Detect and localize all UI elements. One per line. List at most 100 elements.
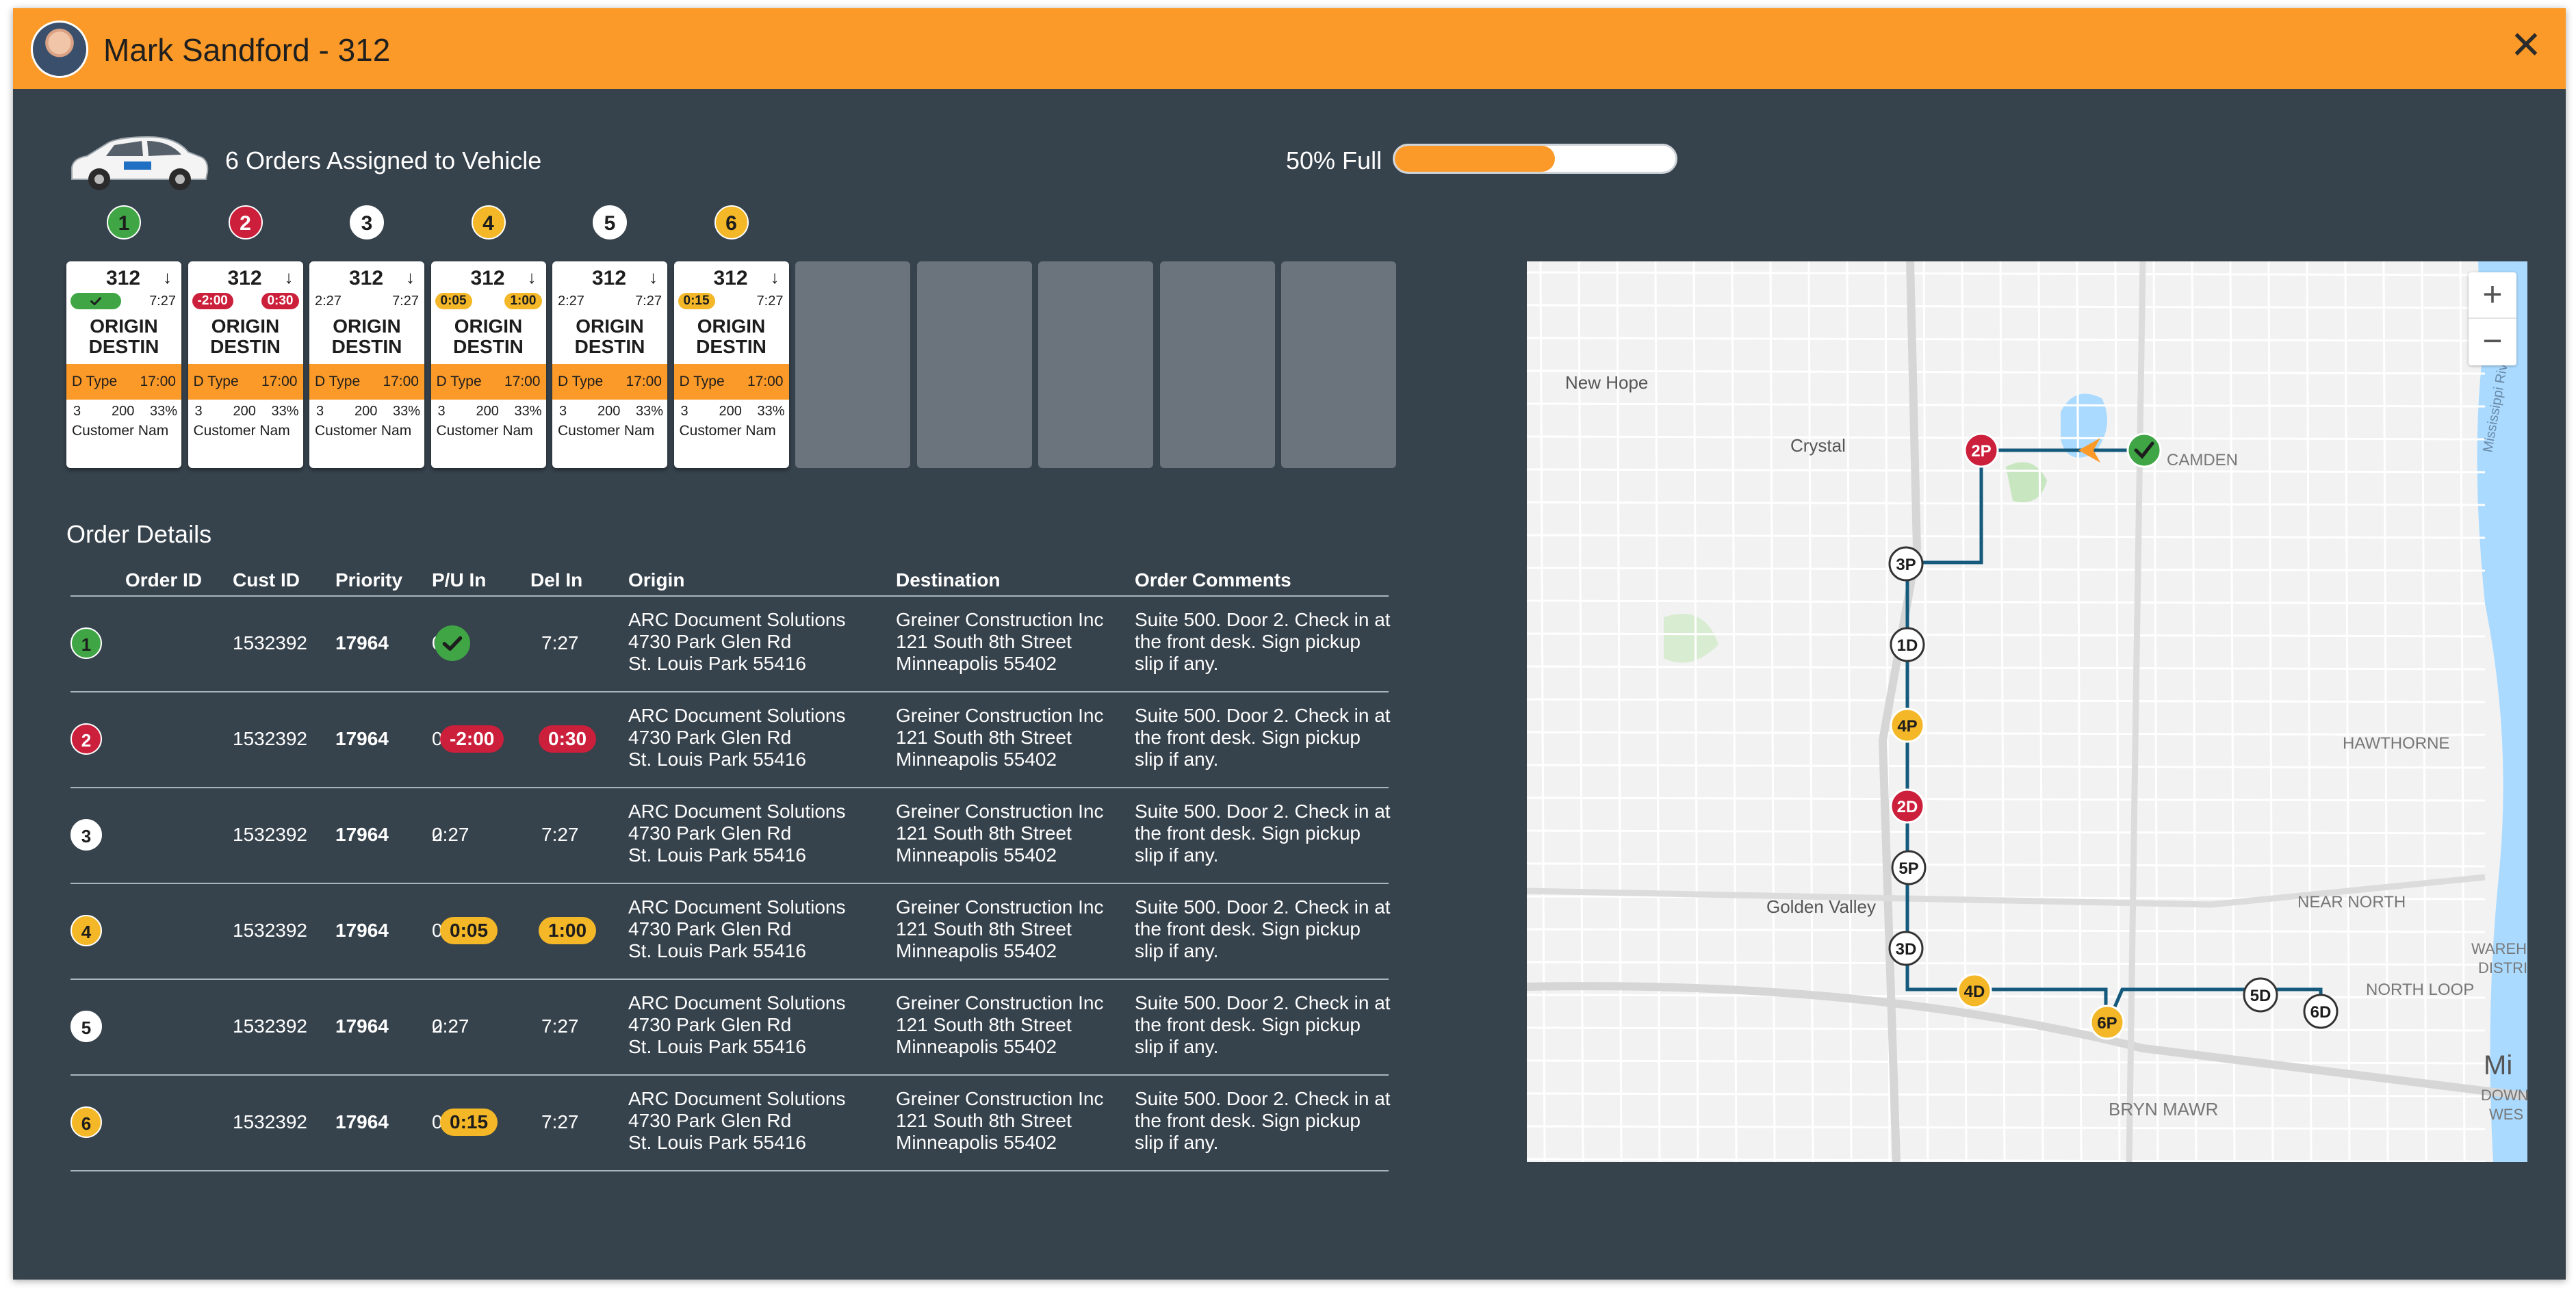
comments-line: the front desk. Sign pickup (1135, 631, 1361, 652)
table-divider (70, 1170, 1389, 1171)
street-line (1527, 1092, 2486, 1098)
order-card[interactable]: 312 ↓ 2:27 7:27 ORIGIN DESTIN D Type 17:00 3 200 3… (309, 261, 424, 468)
card-type-time: 17:00 (747, 374, 784, 389)
order-card[interactable]: 312 ↓ 0:05 1:00 ORIGIN DESTIN D Type 17:00 3 200 3… (430, 261, 546, 468)
card-vehicle-number: 312 (470, 267, 505, 289)
card-type-label: D Type (436, 374, 482, 389)
order-card[interactable]: 312 ↓ 7:27 ORIGIN DESTIN D Type 17:00 3 200 33% Cu… (66, 261, 181, 468)
card-delivery-time: 7:27 (635, 294, 662, 309)
street-line (1527, 501, 2486, 506)
map-label: BRYN MAWR (2109, 1099, 2218, 1119)
card-percent: 33% (635, 404, 663, 419)
origin-line: 4730 Park Glen Rd (628, 1110, 792, 1131)
street-line (1527, 599, 2486, 605)
order-badge: 1 (107, 205, 141, 239)
empty-order-slot[interactable] (1281, 261, 1396, 468)
card-delivery-type: D Type 17:00 (430, 364, 546, 400)
card-quantity: 3 (316, 404, 324, 419)
cell-pickup-in: -2:00 (440, 725, 504, 753)
empty-order-slot[interactable] (795, 261, 910, 468)
comments-line: Suite 500. Door 2. Check in at (1135, 992, 1391, 1013)
route-map[interactable]: New Hope Crystal CAMDEN HAWTHORNE Golden Val… (1527, 261, 2527, 1162)
street-line (2191, 261, 2198, 1162)
destination-line: Greiner Construction Inc (896, 801, 1104, 822)
order-details-title: Order Details (66, 520, 212, 548)
origin-line: 4730 Park Glen Rd (628, 822, 792, 844)
route-stop-label: 4D (1964, 983, 1985, 1001)
map-label: DOWNTO (2481, 1087, 2527, 1104)
card-pickup-time: 2:27 (558, 294, 584, 309)
card-delivery-type: D Type 17:00 (552, 364, 667, 400)
card-pickup-time: -2:00 (192, 293, 233, 309)
destination-line: 121 South 8th Street (896, 727, 1072, 748)
card-type-label: D Type (72, 374, 118, 389)
card-times: 7:27 (70, 291, 177, 311)
card-type-label: D Type (558, 374, 604, 389)
card-type-time: 17:00 (626, 374, 662, 389)
zoom-out-button[interactable]: − (2469, 319, 2516, 365)
street-line (1527, 665, 2486, 671)
row-number-badge: 5 (70, 1011, 102, 1042)
street-line (2382, 261, 2389, 1162)
card-destination: DESTIN (210, 336, 281, 357)
window-title: Mark Sandford - 312 (103, 32, 391, 68)
street-line (1527, 402, 2486, 408)
card-weight: 200 (476, 404, 499, 419)
row-number-badge: 3 (70, 819, 102, 851)
driver-avatar (31, 21, 88, 78)
cell-origin: ARC Document Solutions 4730 Park Glen Rd S… (628, 801, 845, 866)
order-badge: 3 (350, 205, 384, 239)
cell-origin: ARC Document Solutions 4730 Park Glen Rd S… (628, 1088, 845, 1154)
origin-line: St. Louis Park 55416 (628, 844, 806, 866)
card-type-label: D Type (679, 374, 725, 389)
street-line (1527, 468, 2486, 474)
origin-line: ARC Document Solutions (628, 705, 846, 726)
cell-order-id: 1532392 (233, 1015, 308, 1037)
arrow-down-icon: ↓ (527, 267, 537, 287)
cell-comments: Suite 500. Door 2. Check in at the front … (1135, 896, 1391, 962)
comments-line: Suite 500. Door 2. Check in at (1135, 896, 1391, 918)
park-shape (1664, 614, 1718, 663)
card-times: 0:15 7:27 (678, 291, 785, 311)
column-header: Origin (628, 569, 685, 591)
street-line (1527, 829, 2486, 835)
card-origin: ORIGIN (576, 315, 644, 337)
cell-pickup-in: 2:27 (432, 824, 469, 845)
order-card[interactable]: 312 ↓ 2:27 7:27 ORIGIN DESTIN D Type 17:00 3 200 3… (552, 261, 667, 468)
zoom-in-button[interactable]: + (2469, 272, 2516, 319)
cell-destination: Greiner Construction Inc 121 South 8th St… (896, 992, 1103, 1058)
cell-order-id: 1532392 (233, 632, 308, 653)
check-icon (90, 297, 101, 306)
close-icon[interactable]: ✕ (2506, 26, 2547, 67)
empty-order-slot[interactable] (1159, 261, 1275, 468)
origin-line: 4730 Park Glen Rd (628, 727, 792, 748)
order-card[interactable]: 312 ↓ 0:15 7:27 ORIGIN DESTIN D Type 17:00 3 200 3… (673, 261, 789, 468)
column-header: Priority (335, 569, 403, 591)
empty-order-slot[interactable] (916, 261, 1032, 468)
card-destination: DESTIN (88, 336, 159, 357)
cell-delivery-in: 7:27 (541, 1111, 579, 1132)
empty-order-slot[interactable] (1038, 261, 1153, 468)
comments-line: Suite 500. Door 2. Check in at (1135, 609, 1391, 630)
card-type-time: 17:00 (261, 374, 298, 389)
street-line (2152, 261, 2159, 1162)
comments-line: Suite 500. Door 2. Check in at (1135, 1088, 1391, 1109)
origin-line: 4730 Park Glen Rd (628, 631, 792, 652)
street-line (2421, 261, 2427, 1162)
comments-line: slip if any. (1135, 1036, 1219, 1057)
card-origin: ORIGIN (454, 315, 523, 337)
column-header: P/U In (432, 569, 487, 591)
card-origin: ORIGIN (90, 315, 158, 337)
order-card[interactable]: 312 ↓ -2:00 0:30 ORIGIN DESTIN D Type 17:00 3 200… (188, 261, 303, 468)
card-vehicle-number: 312 (227, 267, 262, 289)
street-line (1527, 435, 2486, 441)
map-canvas[interactable]: New Hope Crystal CAMDEN HAWTHORNE Golden Val… (1527, 261, 2527, 1162)
card-type-time: 17:00 (140, 374, 176, 389)
comments-line: the front desk. Sign pickup (1135, 918, 1361, 939)
cell-origin: ARC Document Solutions 4730 Park Glen Rd S… (628, 609, 845, 675)
street-line (1527, 370, 2486, 375)
cell-origin: ARC Document Solutions 4730 Park Glen Rd S… (628, 896, 845, 962)
street-line (1527, 796, 2486, 802)
card-customer-name: Customer Nam (315, 423, 412, 439)
street-line (1731, 261, 1738, 1162)
